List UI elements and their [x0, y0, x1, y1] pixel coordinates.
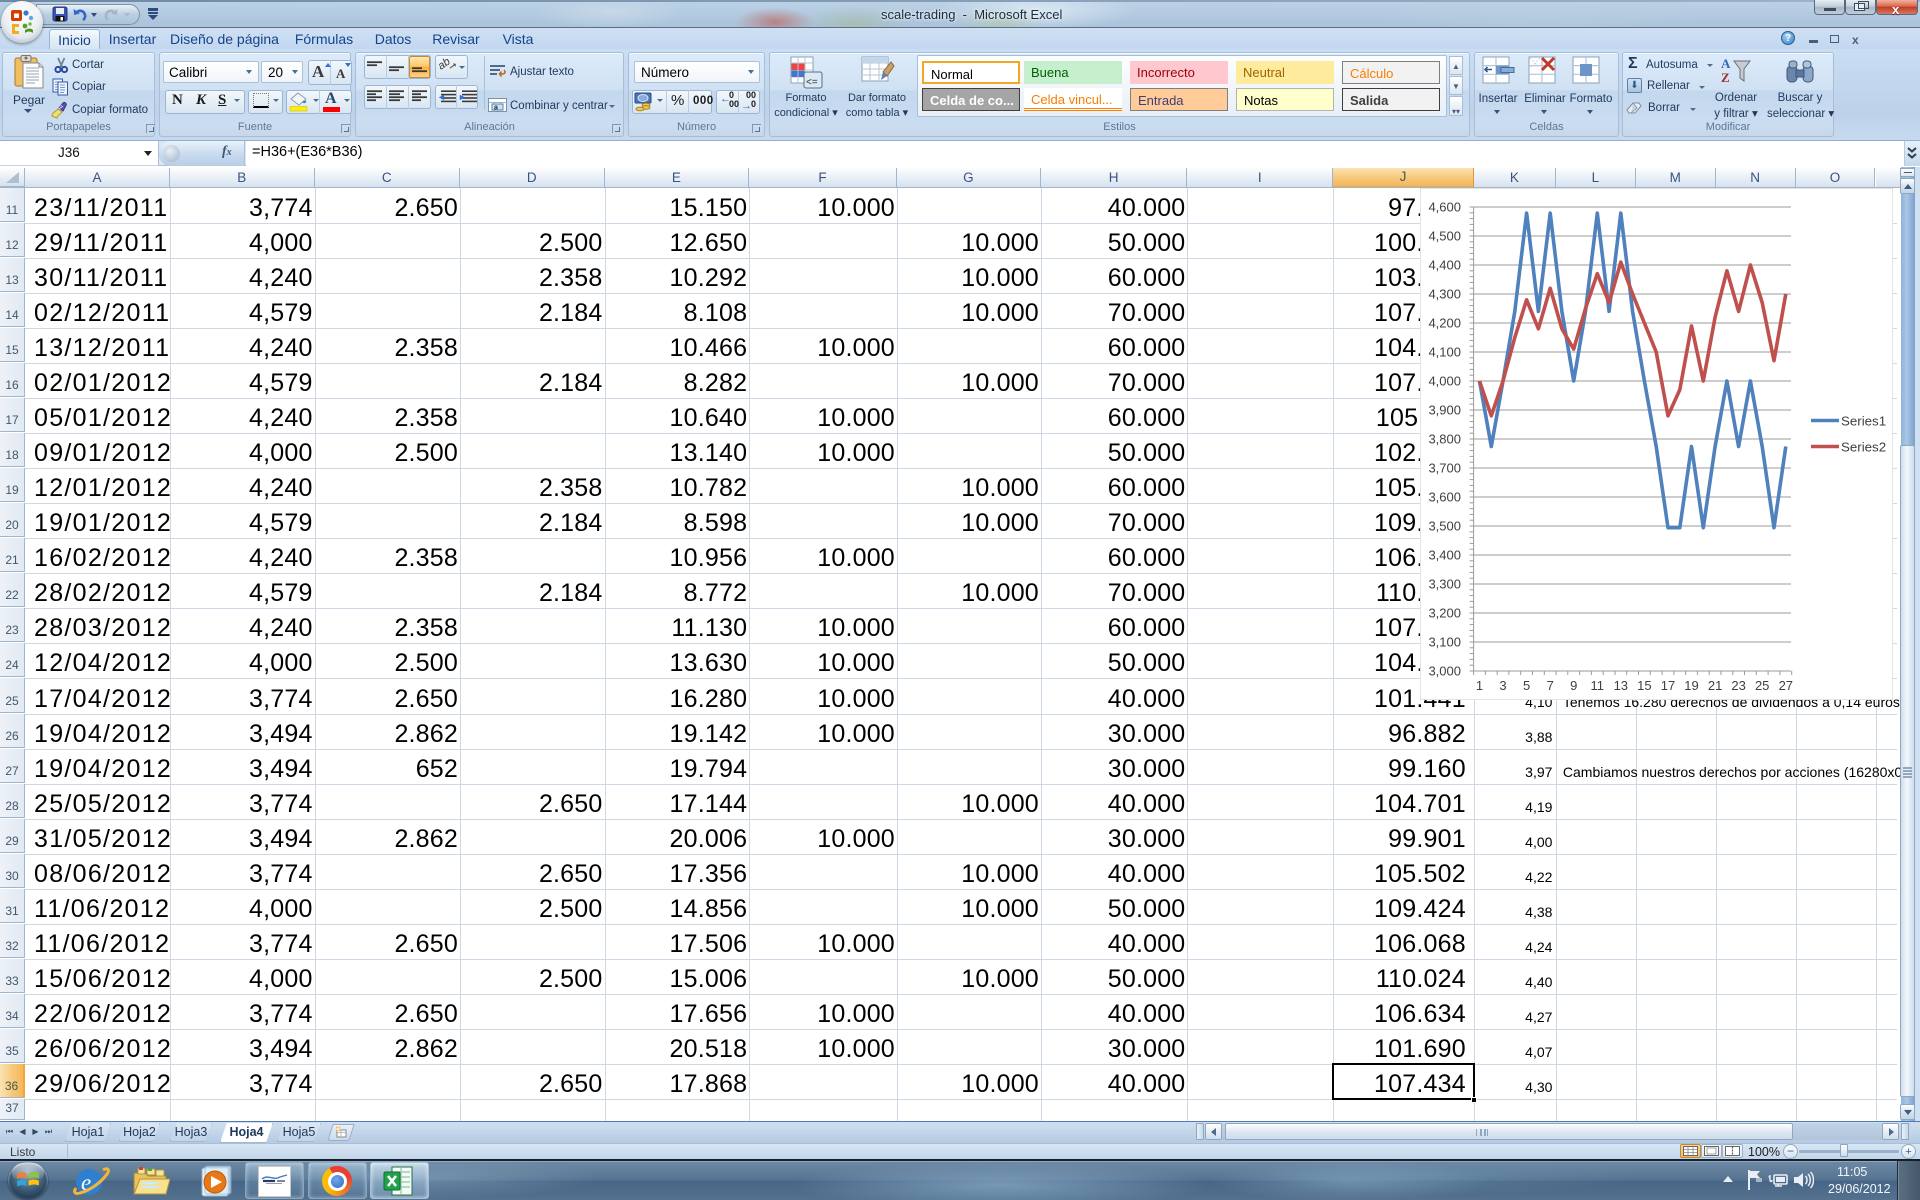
svg-text:Series1: Series1 [1841, 414, 1886, 429]
svg-text:9: 9 [1570, 678, 1577, 693]
svg-text:3,700: 3,700 [1428, 461, 1461, 476]
svg-text:4,300: 4,300 [1428, 287, 1461, 302]
svg-text:25: 25 [1755, 678, 1769, 693]
svg-text:3,400: 3,400 [1428, 548, 1461, 563]
svg-text:21: 21 [1708, 678, 1722, 693]
svg-text:3,100: 3,100 [1428, 635, 1461, 650]
svg-text:<=: <= [806, 77, 818, 88]
svg-text:A: A [1721, 56, 1731, 71]
svg-text:23: 23 [1731, 678, 1745, 693]
svg-text:4,100: 4,100 [1428, 345, 1461, 360]
svg-text:3,800: 3,800 [1428, 432, 1461, 447]
svg-text:3,600: 3,600 [1428, 490, 1461, 505]
svg-text:1: 1 [1476, 678, 1483, 693]
svg-text:3,500: 3,500 [1428, 519, 1461, 534]
svg-text:17: 17 [1661, 678, 1675, 693]
svg-text:27: 27 [1779, 678, 1793, 693]
svg-text:4,000: 4,000 [1428, 374, 1461, 389]
svg-text:19: 19 [1684, 678, 1698, 693]
svg-text:a: a [494, 105, 498, 112]
svg-text:4,500: 4,500 [1428, 229, 1461, 244]
svg-text:15: 15 [1637, 678, 1651, 693]
svg-text:3,200: 3,200 [1428, 606, 1461, 621]
svg-text:11: 11 [1591, 678, 1605, 693]
svg-text:3: 3 [1499, 678, 1506, 693]
svg-text:3,300: 3,300 [1428, 577, 1461, 592]
svg-text:4,600: 4,600 [1428, 200, 1461, 215]
svg-text:Z: Z [1721, 70, 1730, 85]
svg-text:5: 5 [1523, 678, 1530, 693]
svg-text:13: 13 [1614, 678, 1628, 693]
svg-text:Series2: Series2 [1841, 440, 1886, 455]
svg-text:7: 7 [1547, 678, 1554, 693]
svg-text:3,000: 3,000 [1428, 664, 1461, 679]
svg-text:3,900: 3,900 [1428, 403, 1461, 418]
svg-text:4,200: 4,200 [1428, 316, 1461, 331]
svg-text:4,400: 4,400 [1428, 258, 1461, 273]
